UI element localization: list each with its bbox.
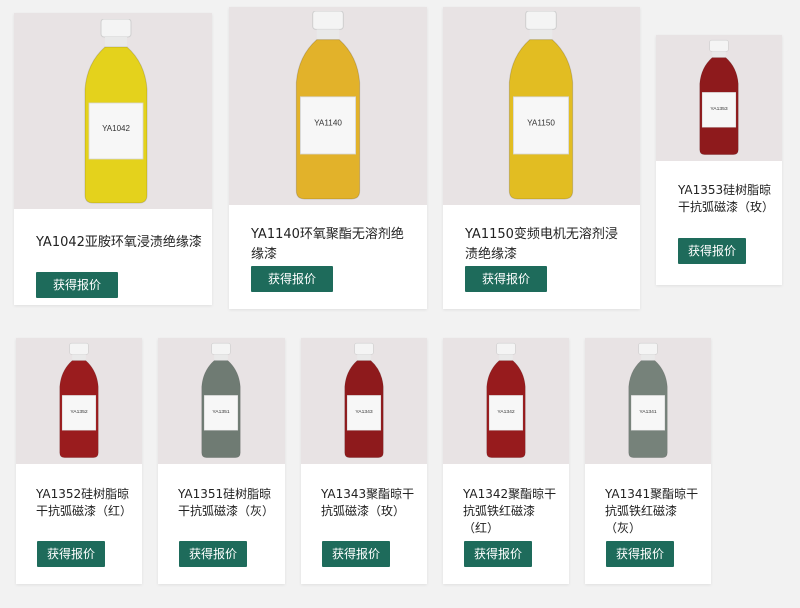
svg-text:YA1342: YA1342 [497, 409, 515, 415]
svg-text:YA1341: YA1341 [639, 409, 657, 415]
get-quote-button[interactable]: 获得报价 [678, 238, 746, 264]
product-image[interactable]: YA1351 [158, 338, 285, 464]
product-card[interactable]: YA1351 YA1351硅树脂晾干抗弧磁漆（灰） 获得报价 [158, 338, 285, 584]
product-title[interactable]: YA1341聚酯晾干抗弧铁红磁漆（灰） [605, 486, 705, 537]
product-image[interactable]: YA1140 [229, 7, 427, 205]
get-quote-button[interactable]: 获得报价 [606, 541, 674, 567]
product-title[interactable]: YA1351硅树脂晾干抗弧磁漆（灰） [178, 486, 278, 520]
bottle-image: YA1352 [59, 342, 99, 458]
bottle-image: YA1140 [295, 11, 361, 200]
product-image[interactable]: YA1341 [585, 338, 711, 464]
product-title[interactable]: YA1353硅树脂晾干抗弧磁漆（玫） [678, 182, 776, 216]
product-card[interactable]: YA1150 YA1150变频电机无溶剂浸渍绝缘漆 获得报价 [443, 7, 640, 309]
product-card[interactable]: YA1352 YA1352硅树脂晾干抗弧磁漆（红） 获得报价 [16, 338, 142, 584]
product-image[interactable]: YA1343 [301, 338, 427, 464]
product-image[interactable]: YA1342 [443, 338, 569, 464]
svg-text:YA1140: YA1140 [314, 118, 342, 127]
product-image[interactable]: YA1353 [656, 35, 782, 161]
product-title[interactable]: YA1150变频电机无溶剂浸渍绝缘漆 [465, 225, 630, 265]
product-image[interactable]: YA1150 [443, 7, 640, 205]
svg-text:YA1150: YA1150 [527, 118, 555, 127]
product-card[interactable]: YA1353 YA1353硅树脂晾干抗弧磁漆（玫） 获得报价 [656, 35, 782, 285]
bottle-image: YA1353 [699, 39, 739, 155]
product-card[interactable]: YA1042 YA1042亚胺环氧浸渍绝缘漆 获得报价 [14, 13, 212, 305]
product-title[interactable]: YA1140环氧聚酯无溶剂绝缘漆 [251, 225, 416, 265]
get-quote-button[interactable]: 获得报价 [465, 266, 547, 292]
svg-text:YA1042: YA1042 [102, 124, 130, 133]
product-title[interactable]: YA1352硅树脂晾干抗弧磁漆（红） [36, 486, 136, 520]
get-quote-button[interactable]: 获得报价 [37, 541, 105, 567]
product-title[interactable]: YA1042亚胺环氧浸渍绝缘漆 [36, 233, 206, 253]
product-card[interactable]: YA1341 YA1341聚酯晾干抗弧铁红磁漆（灰） 获得报价 [585, 338, 711, 584]
get-quote-button[interactable]: 获得报价 [36, 272, 118, 298]
get-quote-button[interactable]: 获得报价 [179, 541, 247, 567]
get-quote-button[interactable]: 获得报价 [464, 541, 532, 567]
svg-text:YA1351: YA1351 [212, 409, 230, 415]
svg-text:YA1352: YA1352 [70, 409, 88, 415]
product-title[interactable]: YA1342聚酯晾干抗弧铁红磁漆（红） [463, 486, 563, 537]
product-card[interactable]: YA1342 YA1342聚酯晾干抗弧铁红磁漆（红） 获得报价 [443, 338, 569, 584]
bottle-image: YA1150 [508, 11, 574, 200]
bottle-image: YA1042 [84, 19, 148, 204]
get-quote-button[interactable]: 获得报价 [322, 541, 390, 567]
bottle-image: YA1342 [486, 342, 526, 458]
svg-text:YA1353: YA1353 [710, 106, 728, 112]
bottle-image: YA1343 [344, 342, 384, 458]
bottle-image: YA1341 [628, 342, 668, 458]
product-image[interactable]: YA1042 [14, 13, 212, 209]
product-title[interactable]: YA1343聚酯晾干抗弧磁漆（玫） [321, 486, 421, 520]
product-card[interactable]: YA1140 YA1140环氧聚酯无溶剂绝缘漆 获得报价 [229, 7, 427, 309]
product-card[interactable]: YA1343 YA1343聚酯晾干抗弧磁漆（玫） 获得报价 [301, 338, 427, 584]
svg-text:YA1343: YA1343 [355, 409, 373, 415]
get-quote-button[interactable]: 获得报价 [251, 266, 333, 292]
product-image[interactable]: YA1352 [16, 338, 142, 464]
bottle-image: YA1351 [201, 342, 241, 458]
